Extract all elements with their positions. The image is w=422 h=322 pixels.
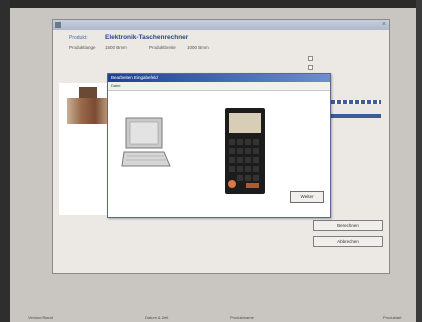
status-bar: Version/Stand Datum & Zeit Produktname P… [0,312,422,322]
status-product: Produktname [230,315,254,320]
option-2[interactable] [308,64,388,70]
meta-width-label: Produktbreite [149,45,176,50]
product-banner-image [67,98,109,124]
meta-length-value: 1500 Bmm [105,45,127,50]
progress-bar [325,100,381,104]
product-photo [59,83,114,215]
product-label: Produkt: [69,35,88,41]
dialog-ok-button[interactable]: Weiter [290,191,324,203]
status-version: Version/Stand [28,315,53,320]
option-1[interactable] [308,56,388,62]
progress-bar-filled [325,114,381,118]
desktop-computer-icon [121,117,171,167]
screen-top-border [0,0,422,8]
calculate-button[interactable]: Berechnen [313,220,383,231]
checkbox-icon[interactable] [308,56,313,62]
screen-right-border [416,0,422,322]
dialog-titlebar: Bearbeiten Eingabefeld [108,74,330,82]
status-datetime: Datum & Zeit [145,315,169,320]
status-product-type: Produktart [383,315,402,320]
dialog-menu-bar[interactable]: Datei [108,82,330,91]
cancel-button[interactable]: Abbrechen [313,236,383,247]
options-group [308,56,388,73]
checkbox-icon[interactable] [308,64,313,70]
meta-width-value: 1000 Bmm [187,45,209,50]
product-name: Elektronik-Taschenrechner [105,34,189,41]
screen-left-border [0,0,10,322]
app-icon [55,22,61,28]
close-icon[interactable]: × [382,21,386,29]
dialog-window: Bearbeiten Eingabefeld Datei Weiter [107,73,331,218]
calculator-icon [225,108,265,194]
main-window-titlebar: × [53,20,389,30]
meta-length-label: Produktlange [69,45,96,50]
